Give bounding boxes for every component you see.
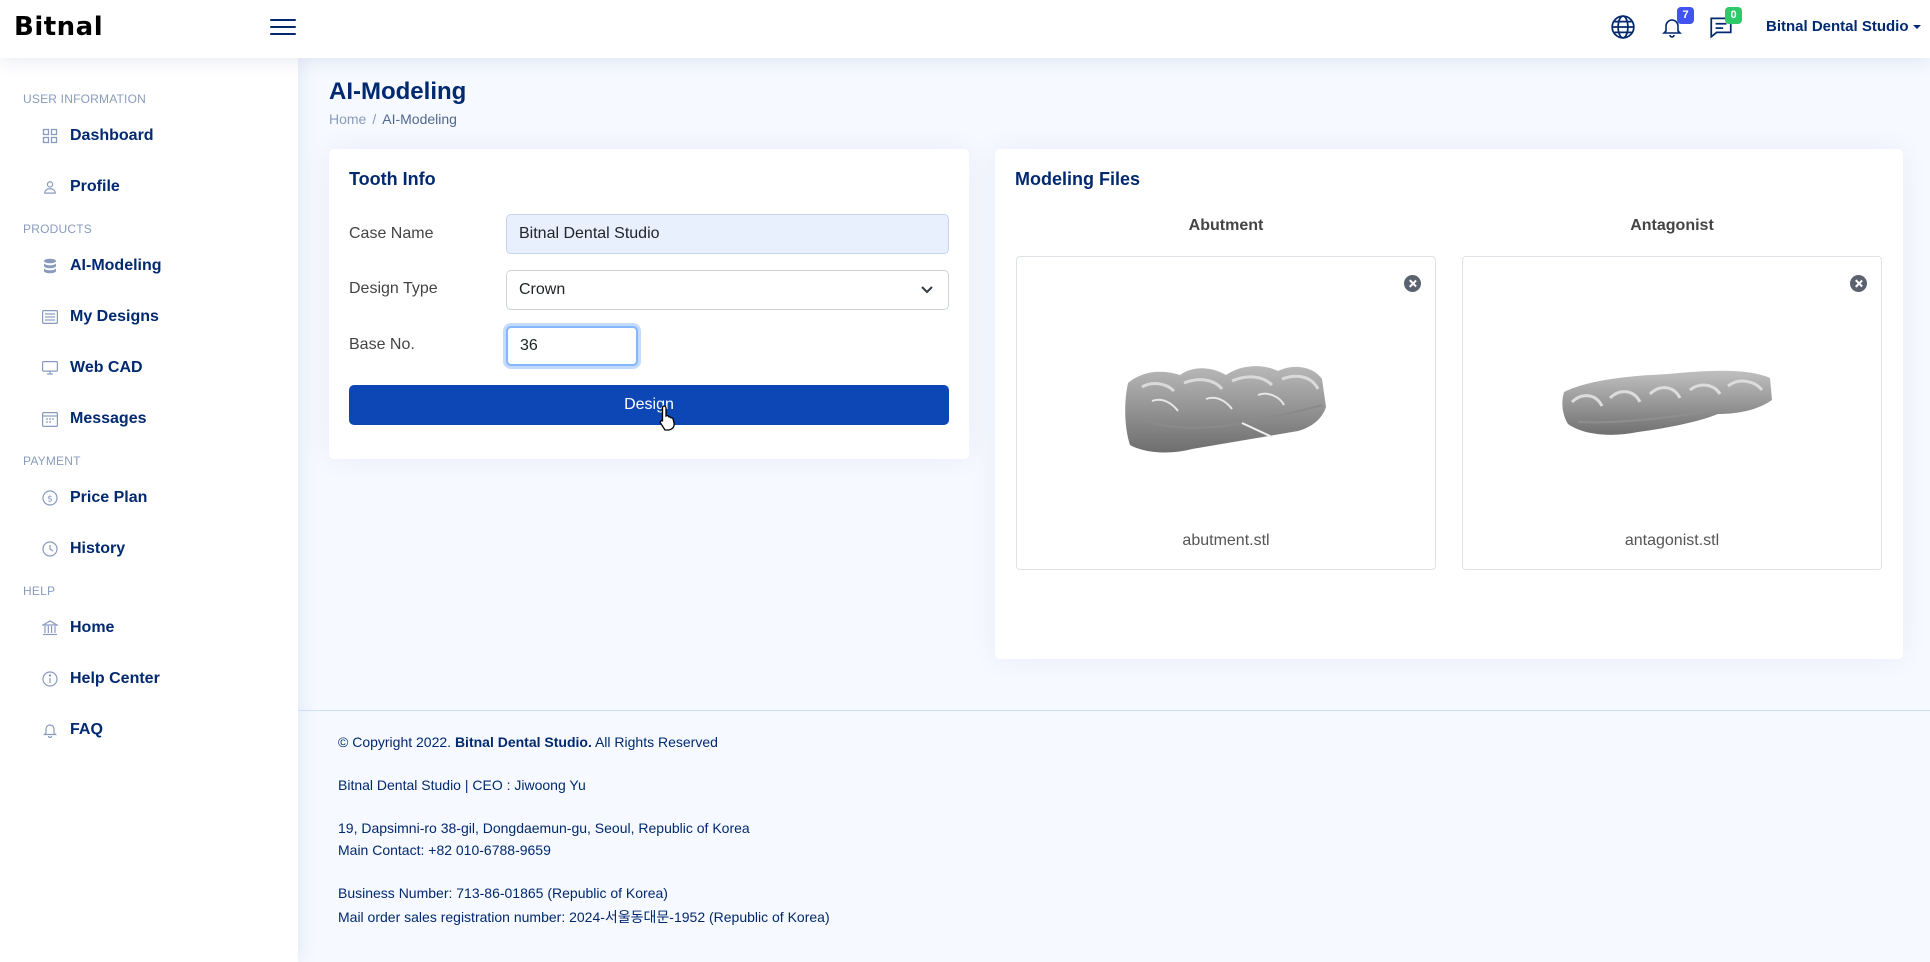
antagonist-3d-model <box>1562 370 1772 435</box>
sidebar-item-label: History <box>70 540 126 557</box>
footer: © Copyright 2022. Bitnal Dental Studio. … <box>298 710 1930 962</box>
nav-heading-payment: PAYMENT <box>23 454 81 468</box>
breadcrumb-current: AI-Modeling <box>382 111 457 127</box>
list-icon <box>40 307 60 327</box>
sidebar-item-faq[interactable]: FAQ <box>40 715 103 745</box>
sidebar-item-label: Help Center <box>70 670 160 687</box>
tooth-info-title: Tooth Info <box>349 169 436 189</box>
logo[interactable]: Bitnal <box>14 12 103 42</box>
sidebar-item-dashboard[interactable]: Dashboard <box>40 121 154 151</box>
footer-contact: Main Contact: +82 010-6788-9659 <box>338 842 551 858</box>
remove-file-icon[interactable] <box>1850 275 1867 292</box>
calendar-icon <box>40 409 60 429</box>
sidebar-item-label: Dashboard <box>70 127 154 144</box>
remove-file-icon[interactable] <box>1404 275 1421 292</box>
menu-toggle-icon[interactable] <box>270 14 296 40</box>
sidebar-item-help-center[interactable]: Help Center <box>40 664 160 694</box>
antagonist-heading: Antagonist <box>1630 217 1714 234</box>
breadcrumb-home[interactable]: Home <box>329 111 366 127</box>
messages-chat-icon[interactable]: 0 <box>1708 7 1742 42</box>
base-no-value: 36 <box>520 337 538 354</box>
footer-copyright: © Copyright 2022. Bitnal Dental Studio. … <box>338 734 718 750</box>
sidebar-item-label: Price Plan <box>70 489 148 506</box>
profile-name: Bitnal Dental Studio <box>1766 18 1909 35</box>
footer-address: 19, Dapsimni-ro 38-gil, Dongdaemun-gu, S… <box>338 820 750 836</box>
footer-ceo: Bitnal Dental Studio | CEO : Jiwoong Yu <box>338 777 586 793</box>
page-title: AI-Modeling <box>329 78 467 105</box>
case-name-value: Bitnal Dental Studio <box>519 225 660 242</box>
abutment-file-name: abutment.stl <box>1182 532 1270 549</box>
sidebar-item-my-designs[interactable]: My Designs <box>40 302 159 332</box>
abutment-heading: Abutment <box>1188 217 1264 234</box>
notifications-bell-icon[interactable]: 7 <box>1660 7 1694 42</box>
sidebar-item-history[interactable]: History <box>40 534 125 564</box>
breadcrumb: Home / AI-Modeling <box>329 111 457 127</box>
nav-heading-help: HELP <box>23 584 56 598</box>
sidebar-item-label: Profile <box>70 178 120 195</box>
bell-icon <box>40 720 60 740</box>
sidebar-item-messages[interactable]: Messages <box>40 404 147 434</box>
header: Bitnal 7 0 Bitnal Dental Studio <box>0 0 1930 58</box>
base-no-label: Base No. <box>349 336 415 353</box>
database-icon <box>40 256 60 276</box>
base-no-input[interactable]: 36 <box>506 326 638 366</box>
notifications-badge: 7 <box>1677 7 1694 24</box>
sidebar-item-profile[interactable]: Profile <box>40 172 120 202</box>
footer-mail-order: Mail order sales registration number: 20… <box>338 909 830 925</box>
sidebar: USER INFORMATION Dashboard Profile PRODU… <box>0 58 298 962</box>
sidebar-item-label: Home <box>70 619 115 636</box>
monitor-icon <box>40 358 60 378</box>
design-type-value: Crown <box>519 281 566 298</box>
caret-down-icon <box>1912 25 1921 30</box>
footer-business-number: Business Number: 713-86-01865 (Republic … <box>338 885 668 901</box>
antagonist-file-name: antagonist.stl <box>1624 532 1720 549</box>
profile-dropdown[interactable]: Bitnal Dental Studio <box>1766 18 1921 35</box>
case-name-field[interactable]: Bitnal Dental Studio <box>506 214 949 254</box>
hand-cursor-icon <box>659 405 675 431</box>
person-icon <box>40 177 60 197</box>
design-button[interactable]: Design <box>349 385 949 425</box>
abutment-3d-model <box>1125 366 1326 453</box>
sidebar-item-label: Web CAD <box>70 359 143 376</box>
sidebar-item-ai-modeling[interactable]: AI-Modeling <box>40 251 162 281</box>
info-icon <box>40 669 60 689</box>
modeling-files-card: Modeling Files Abutment abutment.stl Ant… <box>995 149 1903 659</box>
sidebar-item-label: AI-Modeling <box>70 257 162 274</box>
case-name-label: Case Name <box>349 225 434 242</box>
clock-icon <box>40 539 60 559</box>
antagonist-file-card[interactable]: antagonist.stl <box>1462 256 1882 570</box>
chevron-down-icon <box>921 286 933 294</box>
sidebar-item-web-cad[interactable]: Web CAD <box>40 353 143 383</box>
sidebar-item-home[interactable]: Home <box>40 613 114 643</box>
tooth-info-card: Tooth Info Case Name Bitnal Dental Studi… <box>329 149 969 459</box>
footer-company: Bitnal Dental Studio. <box>454 734 592 750</box>
modeling-files-title: Modeling Files <box>1015 169 1141 189</box>
design-type-label: Design Type <box>349 280 438 297</box>
svg-text:$: $ <box>47 495 53 505</box>
sidebar-item-label: My Designs <box>70 308 159 325</box>
bank-icon <box>40 618 60 638</box>
nav-heading-products: PRODUCTS <box>23 222 92 236</box>
dollar-icon: $ <box>40 488 60 508</box>
design-type-select[interactable]: Crown <box>506 270 949 310</box>
sidebar-item-label: FAQ <box>70 721 103 738</box>
nav-heading-user-information: USER INFORMATION <box>23 92 146 106</box>
globe-icon[interactable] <box>1610 14 1638 42</box>
messages-badge: 0 <box>1725 7 1742 24</box>
abutment-file-card[interactable]: abutment.stl <box>1016 256 1436 570</box>
sidebar-item-label: Messages <box>70 410 147 427</box>
sidebar-item-price-plan[interactable]: $ Price Plan <box>40 483 147 513</box>
grid-icon <box>40 126 60 146</box>
